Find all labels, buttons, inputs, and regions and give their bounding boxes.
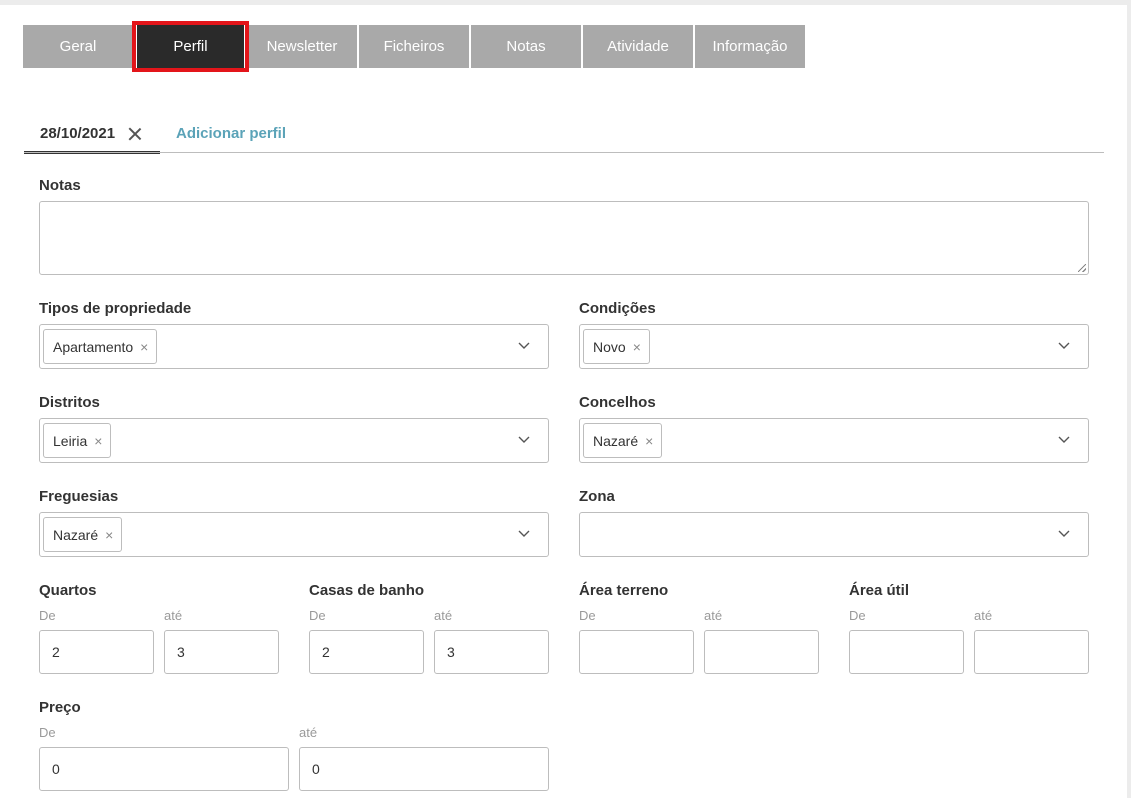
- area-util-to-label: até: [974, 608, 993, 623]
- area-terreno-to-input[interactable]: [704, 630, 819, 674]
- chevron-down-icon[interactable]: [517, 338, 531, 352]
- quartos-from-input[interactable]: 2: [39, 630, 154, 674]
- preco-label: Preço: [39, 699, 81, 716]
- area-util-to-input[interactable]: [974, 630, 1089, 674]
- quartos-to-input[interactable]: 3: [164, 630, 279, 674]
- casas-banho-from-label: De: [309, 608, 326, 623]
- chip-label: Nazaré: [593, 432, 639, 449]
- tab-informacao[interactable]: Informação: [695, 25, 805, 68]
- chip-nazare: Nazaré ×: [43, 517, 123, 552]
- chevron-down-icon[interactable]: [517, 432, 531, 446]
- notas-textarea[interactable]: [39, 201, 1089, 275]
- close-icon[interactable]: [127, 126, 143, 142]
- area-terreno-to-label: até: [704, 608, 723, 623]
- close-icon[interactable]: ×: [140, 339, 148, 355]
- concelhos-select[interactable]: Nazaré ×: [579, 418, 1089, 463]
- chip-leiria: Leiria ×: [43, 423, 112, 458]
- tab-geral[interactable]: Geral: [23, 25, 133, 68]
- area-util-from-label: De: [849, 608, 866, 623]
- tab-atividade[interactable]: Atividade: [583, 25, 693, 68]
- preco-to-label: até: [299, 725, 318, 740]
- concelhos-label: Concelhos: [579, 394, 656, 411]
- area-util-from-input[interactable]: [849, 630, 964, 674]
- tab-newsletter[interactable]: Newsletter: [247, 25, 357, 68]
- profile-tab-date[interactable]: 28/10/2021: [24, 116, 160, 154]
- add-profile-link[interactable]: Adicionar perfil: [176, 125, 286, 142]
- distritos-select[interactable]: Leiria ×: [39, 418, 549, 463]
- quartos-to-label: até: [164, 608, 183, 623]
- area-terreno-from-input[interactable]: [579, 630, 694, 674]
- active-tab-highlight: [132, 21, 249, 72]
- chip-nazare: Nazaré ×: [583, 423, 663, 458]
- tab-ficheiros[interactable]: Ficheiros: [359, 25, 469, 68]
- casas-banho-from-input[interactable]: 2: [309, 630, 424, 674]
- casas-banho-to-input[interactable]: 3: [434, 630, 549, 674]
- chevron-down-icon[interactable]: [1057, 526, 1071, 540]
- chip-novo: Novo ×: [583, 329, 650, 364]
- close-icon[interactable]: ×: [105, 527, 113, 543]
- distritos-label: Distritos: [39, 394, 100, 411]
- zona-label: Zona: [579, 488, 615, 505]
- casas-banho-to-label: até: [434, 608, 453, 623]
- condicoes-select[interactable]: Novo ×: [579, 324, 1089, 369]
- chip-label: Apartamento: [53, 338, 134, 355]
- close-icon[interactable]: ×: [633, 339, 641, 355]
- quartos-from-label: De: [39, 608, 56, 623]
- chip-label: Leiria: [53, 432, 88, 449]
- chevron-down-icon[interactable]: [1057, 338, 1071, 352]
- chevron-down-icon[interactable]: [517, 526, 531, 540]
- preco-to-input[interactable]: 0: [299, 747, 549, 791]
- preco-from-label: De: [39, 725, 56, 740]
- chip-label: Nazaré: [53, 526, 99, 543]
- sub-tabs-divider: [24, 152, 1104, 153]
- freguesias-select[interactable]: Nazaré ×: [39, 512, 549, 557]
- close-icon[interactable]: ×: [645, 433, 653, 449]
- area-terreno-from-label: De: [579, 608, 596, 623]
- notas-label: Notas: [39, 177, 81, 194]
- tipos-propriedade-select[interactable]: Apartamento ×: [39, 324, 549, 369]
- resize-grip-icon[interactable]: [1078, 264, 1086, 272]
- close-icon[interactable]: ×: [94, 433, 102, 449]
- profile-date-label: 28/10/2021: [40, 125, 116, 142]
- chip-label: Novo: [593, 338, 626, 355]
- casas-banho-label: Casas de banho: [309, 582, 425, 599]
- quartos-label: Quartos: [39, 582, 97, 599]
- freguesias-label: Freguesias: [39, 488, 119, 505]
- area-terreno-label: Área terreno: [579, 582, 669, 599]
- area-util-label: Área útil: [849, 582, 910, 599]
- tab-notas[interactable]: Notas: [471, 25, 581, 68]
- tipos-propriedade-label: Tipos de propriedade: [39, 300, 192, 317]
- profile-panel: Geral Perfil Newsletter Ficheiros Notas …: [0, 5, 1127, 798]
- chip-apartamento: Apartamento ×: [43, 329, 158, 364]
- zona-select[interactable]: [579, 512, 1089, 557]
- preco-from-input[interactable]: 0: [39, 747, 289, 791]
- chevron-down-icon[interactable]: [1057, 432, 1071, 446]
- condicoes-label: Condições: [579, 300, 656, 317]
